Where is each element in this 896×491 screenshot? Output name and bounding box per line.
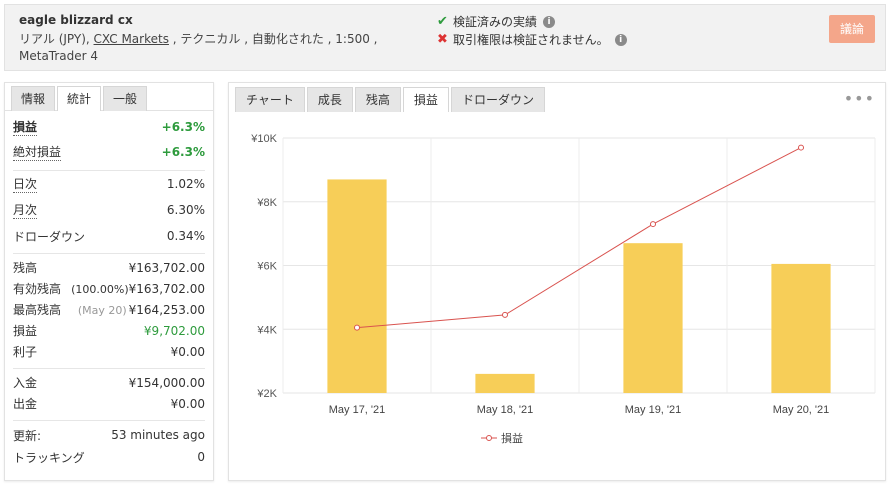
- daily-label[interactable]: 日次: [13, 175, 38, 193]
- stats-tabs: 情報 統計 一般: [5, 83, 213, 111]
- legend-label: 損益: [501, 431, 523, 445]
- updated-value: 53 minutes ago: [111, 428, 205, 442]
- legend-marker: [486, 435, 492, 441]
- trading-privileges-status: ✖ 取引権限は検証されません。 i: [437, 31, 627, 49]
- account-description: リアル (JPY), CXC Markets , テクニカル , 自動化された …: [19, 31, 429, 65]
- bar: [475, 373, 535, 393]
- equity-value-group: (100.00%)¥163,702.00: [71, 282, 205, 296]
- stat-gain: 損益 +6.3%: [13, 114, 205, 140]
- profit-chart: ¥2K ¥4K ¥6K ¥8K ¥10K May 17, '21 May 18, '21 Ma…: [250, 133, 876, 445]
- daily-value: 1.02%: [166, 177, 205, 191]
- stat-equity: 有効残高 (100.00%)¥163,702.00: [13, 278, 205, 299]
- line-point: [502, 311, 508, 318]
- x-tick-label: May 18, '21: [477, 404, 534, 416]
- tab-general[interactable]: 一般: [103, 86, 148, 111]
- abs-gain-value: +6.3%: [161, 145, 205, 159]
- equity-pct: (100.00%): [71, 282, 129, 296]
- tracking-value: 0: [197, 450, 205, 464]
- stat-profit: 損益 ¥9,702.00: [13, 320, 205, 341]
- bar: [771, 263, 831, 393]
- updated-label: 更新:: [13, 428, 42, 443]
- y-tick-label: ¥4K: [256, 324, 277, 336]
- highest-date: (May 20): [77, 303, 127, 317]
- line-point: [354, 324, 360, 331]
- y-tick-label: ¥6K: [256, 261, 277, 273]
- withdrawals-label: 出金: [13, 397, 38, 411]
- trading-label: 取引権限は検証されません。: [453, 33, 609, 47]
- equity-label: 有効残高: [13, 282, 62, 296]
- stat-interest: 利子 ¥0.00: [13, 341, 205, 362]
- highest-label: 最高残高: [13, 303, 62, 317]
- deposits-value: ¥154,000.00: [128, 375, 205, 390]
- x-tick-label: May 19, '21: [625, 404, 682, 416]
- stat-balance: 残高 ¥163,702.00: [13, 257, 205, 278]
- monthly-value: 6.30%: [166, 203, 205, 217]
- stat-updated: 更新: 53 minutes ago: [13, 424, 205, 446]
- track-record-verified: ✔ 検証済みの実績 i: [437, 13, 627, 31]
- stats-list: 損益 +6.3% 絶対損益 +6.3% 日次 1.02% 月次 6.30% ドロ…: [5, 114, 213, 468]
- check-icon: ✔: [437, 14, 448, 29]
- chart-panel: チャート 成長 残高 損益 ドローダウン ••• ¥2K ¥4K ¥6K ¥8K ¥10…: [228, 82, 886, 481]
- line-point: [650, 221, 656, 228]
- y-tick-label: ¥8K: [256, 197, 277, 209]
- profit-label: 損益: [13, 324, 38, 338]
- balance-label: 残高: [13, 261, 38, 275]
- interest-label: 利子: [13, 345, 38, 359]
- account-name: eagle blizzard cx: [19, 13, 133, 27]
- stat-deposits: 入金 ¥154,000.00: [13, 372, 205, 393]
- verified-label: 検証済みの実績: [453, 15, 538, 29]
- abs-gain-label[interactable]: 絶対損益: [13, 143, 62, 161]
- bar: [327, 179, 387, 393]
- interest-value: ¥0.00: [170, 344, 205, 359]
- account-header: eagle blizzard cx リアル (JPY), CXC Markets…: [4, 4, 886, 71]
- stat-highest: 最高残高 (May 20) ¥164,253.00: [13, 299, 205, 320]
- line-point: [798, 144, 804, 151]
- stats-panel: 情報 統計 一般 損益 +6.3% 絶対損益 +6.3% 日次 1.02% 月次…: [4, 82, 214, 481]
- highest-value-group: (May 20) ¥164,253.00: [78, 303, 205, 317]
- info-icon[interactable]: i: [543, 16, 556, 28]
- equity-value: ¥163,702.00: [128, 281, 205, 296]
- stat-tracking: トラッキング 0: [13, 446, 205, 468]
- cross-icon: ✖: [437, 32, 448, 47]
- verification-status: ✔ 検証済みの実績 i ✖ 取引権限は検証されません。 i: [437, 13, 627, 49]
- balance-value: ¥163,702.00: [128, 260, 205, 275]
- highest-value: ¥164,253.00: [128, 302, 205, 317]
- y-tick-label: ¥2K: [256, 388, 277, 400]
- withdrawals-value: ¥0.00: [170, 396, 205, 411]
- bar: [623, 243, 683, 393]
- x-tick-label: May 17, '21: [329, 404, 386, 416]
- info-icon[interactable]: i: [614, 34, 627, 46]
- deposits-label: 入金: [13, 376, 38, 390]
- stat-abs-gain: 絶対損益 +6.3%: [13, 140, 205, 164]
- discuss-button[interactable]: 議論: [829, 15, 875, 43]
- tab-info[interactable]: 情報: [11, 86, 56, 111]
- stat-monthly: 月次 6.30%: [13, 197, 205, 223]
- x-tick-label: May 20, '21: [773, 404, 830, 416]
- monthly-label[interactable]: 月次: [13, 201, 38, 219]
- gain-label[interactable]: 損益: [13, 118, 38, 136]
- tracking-label: トラッキング: [13, 450, 85, 465]
- broker-link[interactable]: CXC Markets: [94, 32, 169, 46]
- stat-drawdown: ドローダウン 0.34%: [13, 223, 205, 249]
- tab-stats[interactable]: 統計: [57, 86, 102, 111]
- gain-value: +6.3%: [161, 120, 205, 134]
- stat-withdrawals: 出金 ¥0.00: [13, 393, 205, 414]
- account-desc-prefix: リアル (JPY),: [19, 32, 94, 46]
- profit-value: ¥9,702.00: [143, 323, 205, 338]
- drawdown-value: 0.34%: [166, 229, 205, 243]
- stat-daily: 日次 1.02%: [13, 171, 205, 197]
- y-tick-label: ¥10K: [250, 133, 277, 145]
- drawdown-label: ドローダウン: [13, 229, 86, 244]
